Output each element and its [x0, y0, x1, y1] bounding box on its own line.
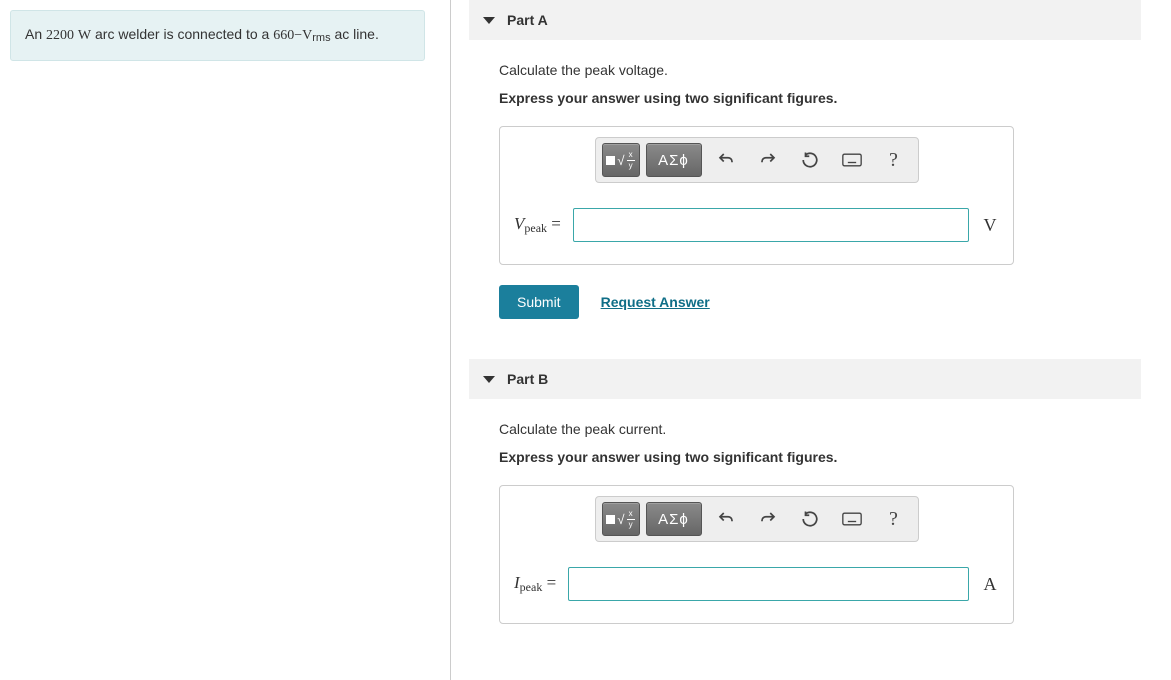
redo-icon: [759, 510, 777, 528]
part-b-title: Part B: [507, 371, 548, 387]
part-a-answer-input[interactable]: [573, 208, 969, 242]
problem-statement: An 2200 W arc welder is connected to a 6…: [10, 10, 425, 61]
keyboard-icon: [842, 512, 862, 526]
reset-button[interactable]: [792, 503, 828, 535]
problem-voltage-value: 660: [273, 28, 294, 43]
part-b-prompt: Calculate the peak current.: [499, 421, 1141, 437]
keyboard-button[interactable]: [834, 503, 870, 535]
redo-icon: [759, 151, 777, 169]
request-answer-link[interactable]: Request Answer: [601, 294, 710, 310]
part-a-prompt: Calculate the peak voltage.: [499, 62, 1141, 78]
submit-button[interactable]: Submit: [499, 285, 579, 319]
volt-symbol: V: [302, 28, 312, 43]
collapse-icon: [483, 17, 495, 24]
part-a-title: Part A: [507, 12, 548, 28]
part-a-variable-label: Vpeak =: [514, 214, 561, 236]
part-a-answer-panel: √ xy ΑΣϕ: [499, 126, 1014, 265]
part-b-answer-input[interactable]: [568, 567, 969, 601]
part-a-body: Calculate the peak voltage. Express your…: [469, 62, 1141, 319]
undo-button[interactable]: [708, 503, 744, 535]
part-b-body: Calculate the peak current. Express your…: [469, 421, 1141, 624]
part-a-header[interactable]: Part A: [469, 0, 1141, 40]
part-a-answer-row: Vpeak = V: [514, 208, 999, 242]
undo-icon: [717, 151, 735, 169]
help-button[interactable]: ?: [876, 144, 912, 176]
dash: −: [294, 28, 302, 43]
fraction-sqrt-icon: √ xy: [606, 510, 634, 529]
rms-subscript: rms: [312, 32, 330, 44]
reset-icon: [801, 510, 819, 528]
problem-power-value: 2200: [46, 28, 74, 43]
part-b-variable-label: Ipeak =: [514, 573, 556, 595]
part-b-unit: A: [981, 574, 999, 595]
collapse-icon: [483, 376, 495, 383]
greek-letters-button[interactable]: ΑΣϕ: [646, 502, 702, 536]
template-fraction-sqrt-button[interactable]: √ xy: [602, 143, 640, 177]
page-container: An 2200 W arc welder is connected to a 6…: [0, 0, 1171, 680]
part-b-toolbar-row: √ xy ΑΣϕ: [514, 496, 999, 542]
part-b-answer-panel: √ xy ΑΣϕ: [499, 485, 1014, 624]
part-a-actions: Submit Request Answer: [499, 285, 1141, 319]
watt-symbol: W: [78, 28, 91, 43]
part-b-header[interactable]: Part B: [469, 359, 1141, 399]
greek-letters-button[interactable]: ΑΣϕ: [646, 143, 702, 177]
part-a-toolbar-row: √ xy ΑΣϕ: [514, 137, 999, 183]
part-gap: [469, 319, 1141, 359]
equation-toolbar: √ xy ΑΣϕ: [595, 137, 919, 183]
reset-icon: [801, 151, 819, 169]
part-a-sigfig: Express your answer using two significan…: [499, 90, 1141, 106]
undo-button[interactable]: [708, 144, 744, 176]
keyboard-button[interactable]: [834, 144, 870, 176]
undo-icon: [717, 510, 735, 528]
left-column: An 2200 W arc welder is connected to a 6…: [0, 0, 440, 61]
template-fraction-sqrt-button[interactable]: √ xy: [602, 502, 640, 536]
part-b-answer-row: Ipeak = A: [514, 567, 999, 601]
part-a-unit: V: [981, 215, 999, 236]
right-column: Part A Calculate the peak voltage. Expre…: [451, 0, 1171, 624]
fraction-sqrt-icon: √ xy: [606, 151, 634, 170]
redo-button[interactable]: [750, 144, 786, 176]
keyboard-icon: [842, 153, 862, 167]
part-b-sigfig: Express your answer using two significan…: [499, 449, 1141, 465]
reset-button[interactable]: [792, 144, 828, 176]
problem-text-post: ac line.: [331, 26, 379, 42]
help-button[interactable]: ?: [876, 503, 912, 535]
problem-text-mid: arc welder is connected to a: [91, 26, 273, 42]
equation-toolbar: √ xy ΑΣϕ: [595, 496, 919, 542]
problem-text-pre: An: [25, 26, 46, 42]
redo-button[interactable]: [750, 503, 786, 535]
